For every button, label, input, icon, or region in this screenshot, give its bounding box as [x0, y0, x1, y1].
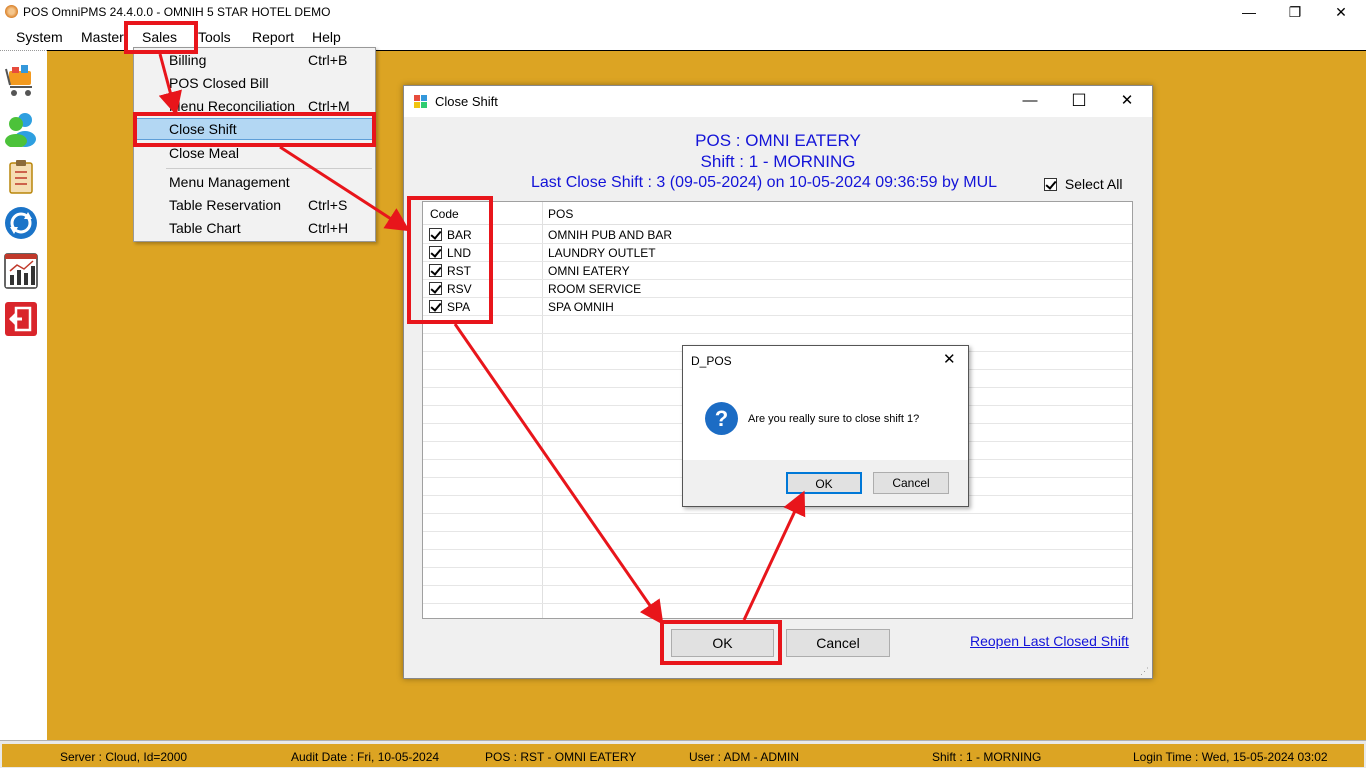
dialog-cancel-button[interactable]: Cancel	[873, 472, 949, 494]
status-login-time: Login Time : Wed, 15-05-2024 03:02	[1133, 750, 1328, 764]
menu-system[interactable]: System	[16, 29, 63, 45]
close-app-button[interactable]: ✕	[1318, 1, 1364, 23]
menu-item-label: Table Chart	[169, 220, 241, 236]
checkbox-checked-icon[interactable]	[1044, 178, 1057, 191]
menu-item-shortcut: Ctrl+B	[308, 52, 348, 68]
dialog-ok-button[interactable]: OK	[786, 472, 862, 494]
empty-row	[423, 568, 1132, 586]
row-pos: OMNI EATERY	[548, 264, 630, 278]
empty-row	[423, 586, 1132, 604]
menu-tools[interactable]: Tools	[198, 29, 231, 45]
window-title: Close Shift	[435, 94, 498, 109]
question-icon: ?	[705, 402, 738, 435]
dialog-message: Are you really sure to close shift 1?	[748, 413, 920, 425]
select-all-checkbox[interactable]: Select All	[1044, 176, 1122, 192]
quick-launch-sidebar	[0, 50, 47, 740]
resize-grip-icon[interactable]: ⋰	[1140, 666, 1149, 677]
report-chart-icon[interactable]	[4, 253, 38, 289]
dialog-close-button[interactable]: ✕	[943, 350, 956, 368]
table-row[interactable]: RSV ROOM SERVICE	[423, 280, 1132, 298]
refresh-icon[interactable]	[4, 205, 38, 241]
column-header-pos: POS	[548, 207, 574, 221]
app-title: POS OmniPMS 24.4.0.0 - OMNIH 5 STAR HOTE…	[23, 5, 331, 19]
empty-row	[423, 514, 1132, 532]
status-pos: POS : RST - OMNI EATERY	[485, 750, 637, 764]
status-audit-date: Audit Date : Fri, 10-05-2024	[291, 750, 440, 764]
close-shift-titlebar: Close Shift — ☐ ✕	[404, 86, 1152, 117]
menu-item-table-reservation[interactable]: Table Reservation Ctrl+S	[135, 194, 374, 216]
row-pos: LAUNDRY OUTLET	[548, 246, 656, 260]
status-bar: Server : Cloud, Id=2000 Audit Date : Fri…	[0, 740, 1366, 768]
select-all-label: Select All	[1064, 176, 1123, 192]
menu-item-label: Table Reservation	[169, 197, 282, 213]
dialog-footer: OK Cancel	[683, 460, 968, 506]
shift-heading: Shift : 1 - MORNING	[700, 152, 856, 171]
empty-row	[423, 532, 1132, 550]
annotation-box-sales-menu	[124, 21, 198, 54]
menu-help[interactable]: Help	[312, 29, 341, 45]
close-window-button[interactable]: ✕	[1107, 90, 1147, 112]
annotation-box-close-shift-item	[133, 112, 376, 147]
menu-item-table-chart[interactable]: Table Chart Ctrl+H	[135, 217, 374, 239]
menu-bar: System Master Sales Tools Report Help	[0, 25, 1366, 48]
cancel-button[interactable]: Cancel	[786, 629, 890, 657]
grid-header: Code POS	[423, 202, 1132, 225]
minimize-button[interactable]: —	[1226, 1, 1272, 23]
dialog-title: D_POS	[691, 354, 732, 368]
users-icon[interactable]	[4, 111, 38, 147]
clipboard-icon[interactable]	[4, 159, 38, 195]
menu-item-label: Billing	[169, 52, 207, 68]
annotation-box-ok-button	[660, 620, 782, 665]
row-pos: OMNIH PUB AND BAR	[548, 228, 673, 242]
menu-item-label: Close Meal	[169, 145, 240, 161]
menu-item-label: Menu Management	[169, 174, 290, 190]
restore-button[interactable]: ❐	[1272, 1, 1318, 23]
menu-item-label: POS Closed Bill	[169, 75, 269, 91]
pos-heading: POS : OMNI EATERY	[695, 131, 861, 150]
reopen-last-closed-shift-link[interactable]: Reopen Last Closed Shift	[970, 633, 1129, 649]
shopping-cart-icon[interactable]	[4, 63, 38, 99]
exit-icon[interactable]	[4, 301, 38, 337]
menu-item-shortcut: Ctrl+S	[308, 197, 348, 213]
maximize-button[interactable]: ☐	[1059, 90, 1099, 112]
minimize-button[interactable]: —	[1010, 90, 1050, 112]
menu-item-shortcut: Ctrl+H	[308, 220, 349, 236]
app-logo-icon	[5, 5, 18, 18]
menu-separator	[166, 168, 372, 169]
status-user: User : ADM - ADMIN	[689, 750, 800, 764]
status-shift: Shift : 1 - MORNING	[932, 750, 1042, 764]
table-row[interactable]: RST OMNI EATERY	[423, 262, 1132, 280]
status-bar-inner: Server : Cloud, Id=2000 Audit Date : Fri…	[2, 744, 1364, 767]
empty-row	[423, 550, 1132, 568]
menu-master[interactable]: Master	[81, 29, 124, 45]
menu-report[interactable]: Report	[252, 29, 294, 45]
last-close-shift-info: Last Close Shift : 3 (09-05-2024) on 10-…	[531, 174, 998, 191]
confirm-dialog: D_POS ✕ ? Are you really sure to close s…	[682, 345, 969, 507]
window-app-icon	[414, 95, 427, 108]
title-bar: POS OmniPMS 24.4.0.0 - OMNIH 5 STAR HOTE…	[0, 0, 1366, 25]
row-pos: SPA OMNIH	[548, 300, 614, 314]
menu-item-pos-closed-bill[interactable]: POS Closed Bill	[135, 72, 374, 94]
row-pos: ROOM SERVICE	[548, 282, 642, 296]
menu-item-menu-management[interactable]: Menu Management	[135, 171, 374, 193]
annotation-box-code-column	[407, 196, 493, 324]
table-row[interactable]: BAR OMNIH PUB AND BAR	[423, 226, 1132, 244]
empty-row	[423, 316, 1132, 334]
table-row[interactable]: LND LAUNDRY OUTLET	[423, 244, 1132, 262]
status-server: Server : Cloud, Id=2000	[60, 750, 188, 764]
table-row[interactable]: SPA SPA OMNIH	[423, 298, 1132, 316]
